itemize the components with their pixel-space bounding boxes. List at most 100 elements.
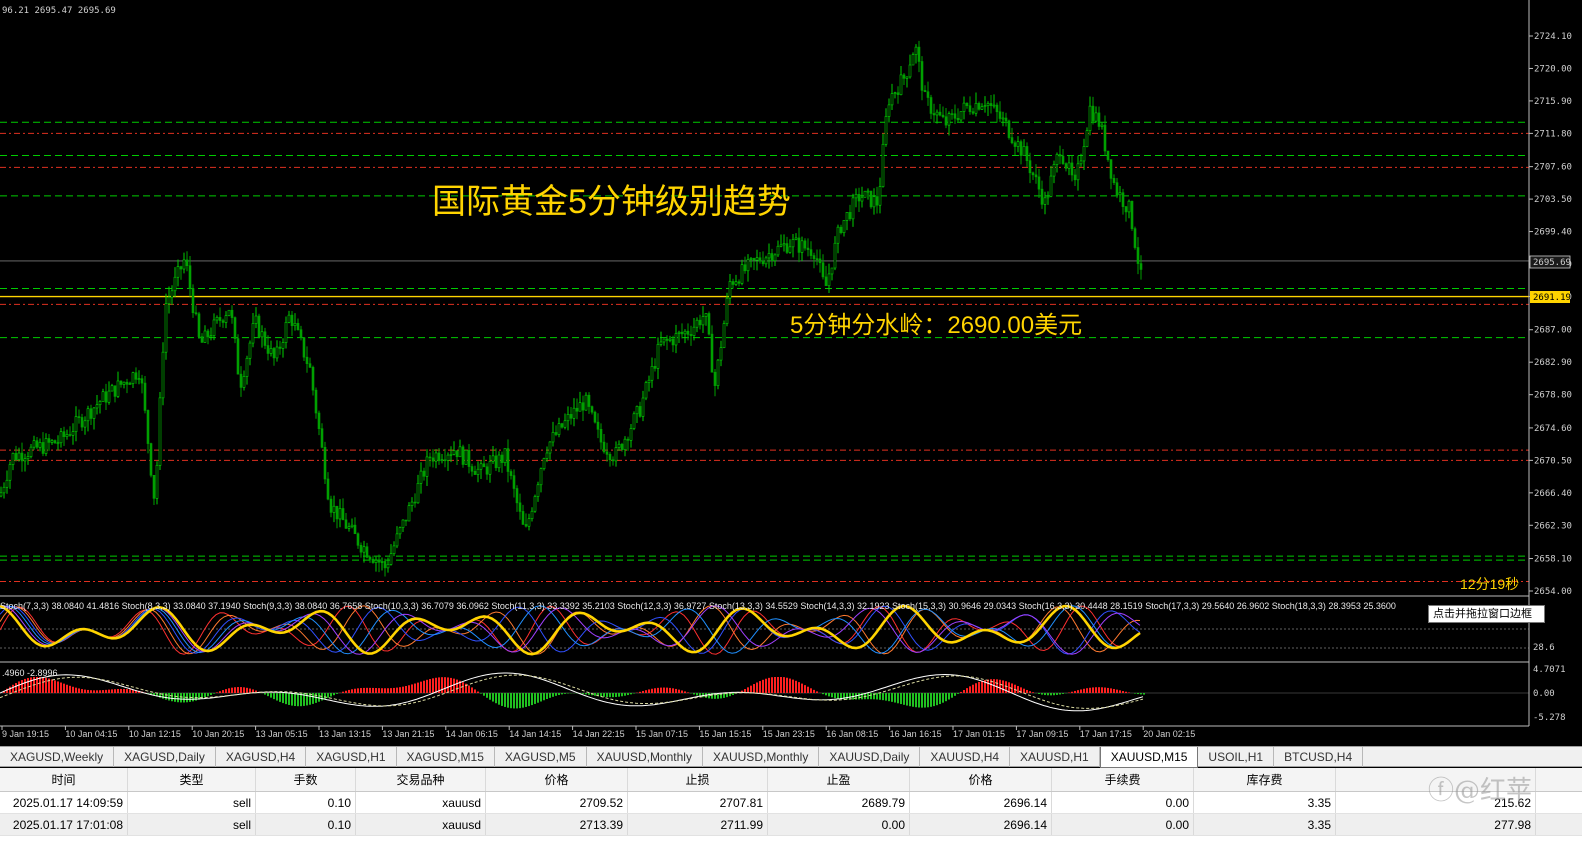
time-tick-label: 14 Jan 22:15 [573, 729, 625, 739]
candle-body [515, 488, 519, 504]
table-row[interactable]: 2025.01.17 14:09:59 sell 0.10 xauusd 2709.52… [0, 792, 1582, 814]
macd-histogram-bar [582, 693, 584, 694]
candle-body [1010, 137, 1014, 144]
candle-body [185, 259, 189, 267]
macd-histogram-bar [420, 681, 422, 693]
candle-body [725, 297, 729, 324]
tab-xagusd-m15[interactable]: XAGUSD,M15 [397, 747, 495, 767]
time-tick-label: 13 Jan 13:15 [319, 729, 371, 739]
candle-body [431, 457, 435, 462]
price-tick-label: 2687.00 [1534, 326, 1572, 336]
tab-btcusd-h4[interactable]: BTCUSD,H4 [1274, 747, 1364, 767]
macd-histogram-bar [594, 693, 596, 696]
macd-histogram-bar [672, 688, 674, 693]
candle-body [653, 366, 657, 369]
macd-histogram-bar [1041, 693, 1043, 695]
tab-xauusd-h4[interactable]: XAUUSD,H4 [920, 747, 1011, 767]
candle-body [53, 440, 57, 444]
candle-body [224, 315, 228, 323]
macd-histogram-bar [1113, 688, 1115, 693]
candle-body [446, 454, 450, 461]
time-tick-label: 17 Jan 09:15 [1016, 729, 1068, 739]
candle-body [770, 253, 774, 262]
macd-histogram-bar [72, 686, 74, 693]
table-cell: xauusd [356, 814, 486, 835]
watershed-note: 5分钟分水岭：2690.00美元 [790, 312, 1082, 339]
macd-histogram-bar [948, 693, 950, 700]
macd-histogram-bar [225, 689, 227, 693]
macd-histogram-bar [549, 693, 551, 698]
tab-xagusd-daily[interactable]: XAGUSD,Daily [114, 747, 216, 767]
macd-histogram-bar [639, 691, 641, 693]
macd-histogram-bar [522, 693, 524, 708]
candle-body [461, 446, 465, 465]
candle-body [122, 381, 126, 385]
candle-body [305, 356, 309, 364]
candle-body [107, 390, 111, 403]
macd-histogram-bar [960, 691, 962, 693]
macd-histogram-bar [846, 693, 848, 700]
candle-body [1112, 178, 1116, 183]
candle-body [875, 196, 879, 206]
candle-body [416, 483, 420, 504]
macd-histogram-bar [813, 689, 815, 693]
table-row[interactable]: 2025.01.17 17:01:08 sell 0.10 xauusd 2713.39… [0, 814, 1582, 836]
candle-body [551, 432, 555, 443]
tab-xauusd-m15[interactable]: XAUUSD,M15 [1099, 747, 1199, 768]
macd-histogram-bar [1053, 693, 1055, 696]
candle-body [1091, 105, 1095, 122]
tab-xagusd-weekly[interactable]: XAGUSD,Weekly [0, 747, 115, 767]
macd-label: .4960 -2.8996 [2, 668, 58, 678]
candle-body [1100, 124, 1104, 127]
candle-body [164, 303, 168, 353]
candle-body [1031, 172, 1035, 176]
tab-xauusd-daily[interactable]: XAUUSD,Daily [819, 747, 921, 767]
tab-xauusd-monthly[interactable]: XAUUSD,Monthly [587, 747, 703, 767]
candle-body [98, 401, 102, 406]
tab-usoil-h1[interactable]: USOIL,H1 [1198, 747, 1275, 767]
tab-xauusd-monthly[interactable]: XAUUSD,Monthly [703, 747, 820, 767]
macd-histogram-bar [1002, 680, 1004, 693]
candle-body [1049, 175, 1053, 197]
candle-body [479, 463, 483, 470]
macd-histogram-bar [333, 693, 335, 696]
macd-histogram-bar [381, 688, 383, 693]
macd-histogram-bar [768, 677, 770, 693]
macd-histogram-bar [1128, 692, 1130, 693]
candle-body [578, 402, 582, 412]
candle-body [818, 258, 822, 264]
tab-xauusd-h1[interactable]: XAUUSD,H1 [1010, 747, 1100, 767]
candle-body [398, 527, 402, 535]
macd-histogram-bar [1062, 693, 1064, 694]
tab-xagusd-h4[interactable]: XAGUSD,H4 [216, 747, 307, 767]
table-cell: 0.00 [1052, 814, 1194, 835]
candle-body [668, 338, 672, 341]
macd-histogram-bar [972, 684, 974, 693]
candle-body [833, 242, 837, 269]
candle-body [848, 212, 852, 220]
tab-xagusd-m5[interactable]: XAGUSD,M5 [495, 747, 587, 767]
candle-body [782, 243, 786, 246]
candle-body [734, 281, 738, 285]
candle-body [512, 475, 516, 489]
macd-histogram-bar [936, 693, 938, 706]
candle-body [323, 446, 327, 480]
candle-body [983, 105, 987, 108]
price-tick-label: 2678.80 [1534, 391, 1572, 401]
candle-body [425, 456, 429, 477]
candle-body [86, 408, 90, 422]
time-tick-label: 13 Jan 21:15 [382, 729, 434, 739]
candle-body [545, 452, 549, 459]
candle-body [554, 432, 558, 435]
candle-body [956, 117, 960, 121]
macd-histogram-bar [432, 678, 434, 693]
candle-body [845, 212, 849, 221]
price-chart[interactable]: 2724.10 2720.00 2715.90 2711.80 2707.60 2703.… [0, 0, 1582, 742]
macd-histogram-bar [234, 687, 236, 693]
time-tick-label: 9 Jan 19:15 [2, 729, 49, 739]
candle-body [587, 394, 591, 407]
price-tick-label: 2654.00 [1534, 587, 1572, 597]
tab-xagusd-h1[interactable]: XAGUSD,H1 [306, 747, 397, 767]
candle-body [500, 454, 504, 463]
candle-body [761, 260, 765, 265]
